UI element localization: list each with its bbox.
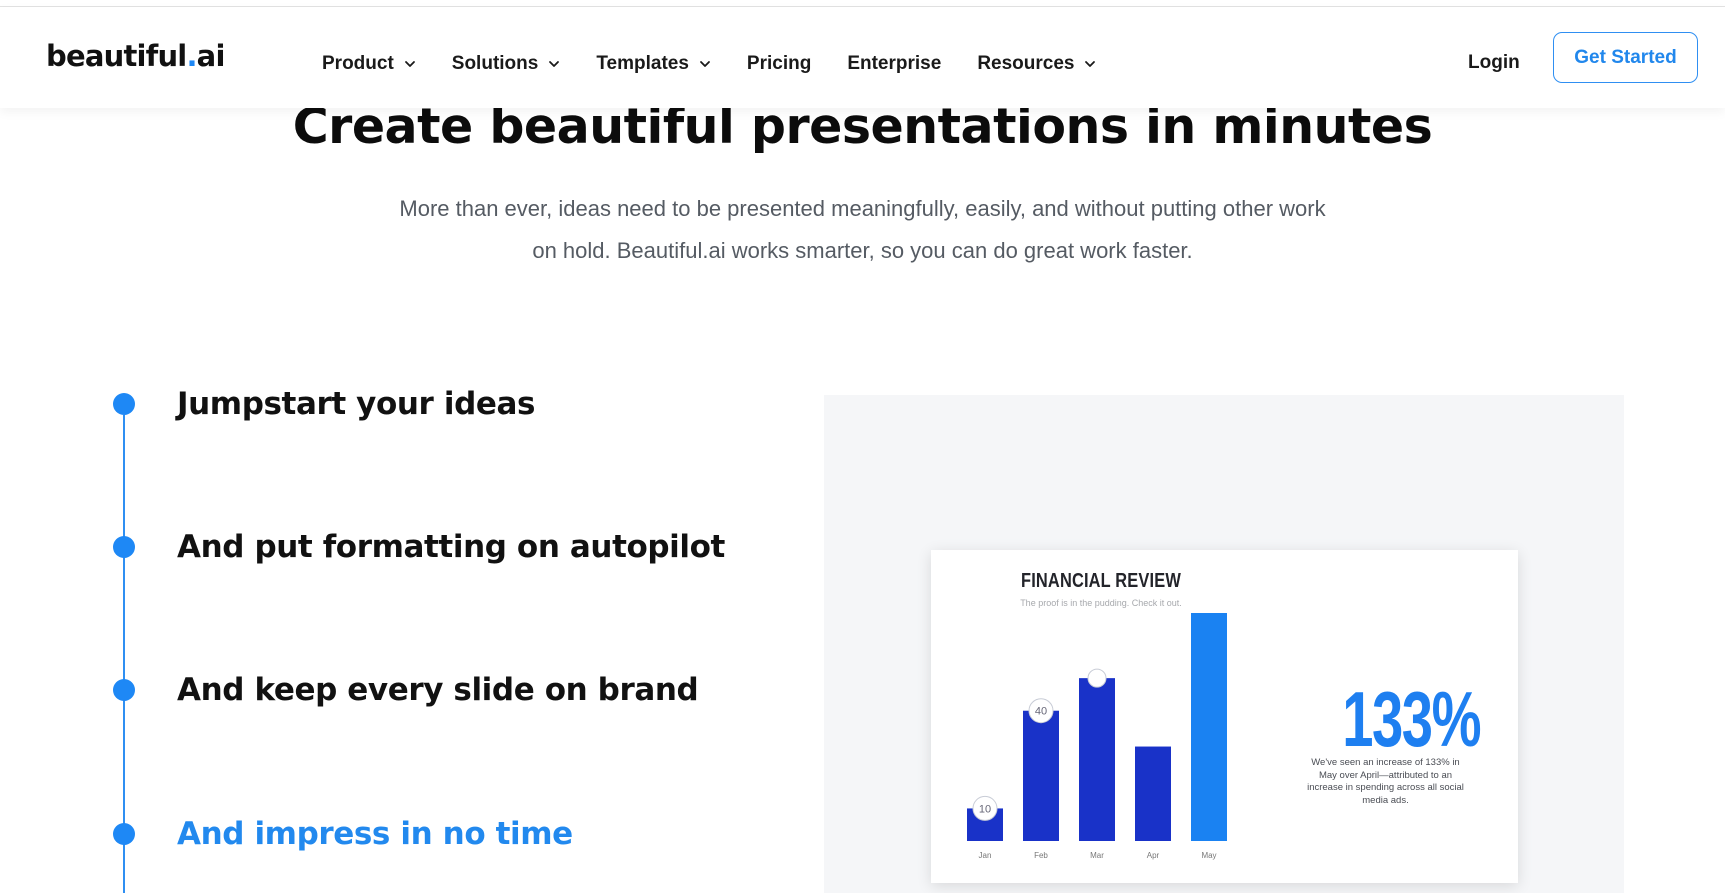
timeline-dot	[113, 536, 135, 558]
main-nav: Product Solutions Templates Pricing Enterpri…	[322, 44, 1132, 84]
slide-preview: FINANCIAL REVIEW The proof is in the pud…	[931, 550, 1518, 883]
tick-label: Apr	[1147, 851, 1160, 860]
stat-description: We've seen an increase of 133% in May ov…	[1307, 757, 1464, 806]
logo[interactable]: beautiful. ai	[46, 39, 225, 73]
timeline-dot	[113, 823, 135, 845]
nav-item-pricing[interactable]: Pricing	[747, 53, 811, 75]
chevron-down-icon	[549, 61, 560, 67]
timeline-item[interactable]: And keep every slide on brand	[113, 672, 699, 708]
timeline-label: And put formatting on autopilot	[177, 529, 725, 565]
nav-item-label: Product	[322, 53, 394, 74]
nav-item-resources[interactable]: Resources	[977, 53, 1096, 75]
nav-item-solutions[interactable]: Solutions	[452, 53, 561, 75]
nav-item-label: Templates	[596, 53, 689, 74]
nav-item-label: Pricing	[746, 53, 812, 74]
bar-may	[1191, 613, 1227, 841]
tick-label: Mar	[1090, 851, 1104, 860]
site-header: beautiful. ai Product Solutions Templates Pr…	[0, 7, 1725, 108]
data-label-bubble	[1087, 668, 1107, 688]
stat-value: 133%	[1342, 675, 1481, 763]
get-started-button[interactable]: Get Started	[1553, 32, 1698, 83]
nav-item-product[interactable]: Product	[322, 53, 416, 75]
hero-subtitle: More than ever, ideas need to be present…	[355, 188, 1370, 272]
chevron-down-icon	[1085, 61, 1096, 67]
logo-text: beautiful	[46, 39, 187, 73]
nav-item-enterprise[interactable]: Enterprise	[847, 53, 941, 75]
tick-label: Jan	[979, 851, 992, 860]
timeline-item[interactable]: Jumpstart your ideas	[113, 386, 535, 422]
data-label: 10	[979, 803, 991, 815]
hero-subtitle-line-1: More than ever, ideas need to be present…	[399, 196, 1326, 221]
data-label: 40	[1035, 706, 1047, 718]
logo-suffix: ai	[196, 39, 226, 73]
login-link[interactable]: Login	[1468, 52, 1520, 74]
timeline-line	[123, 415, 125, 893]
hero-subtitle-line-2: on hold. Beautiful.ai works smarter, so …	[532, 238, 1193, 263]
tick-label: Feb	[1034, 851, 1048, 860]
timeline-dot	[113, 679, 135, 701]
timeline-label: And keep every slide on brand	[177, 672, 699, 708]
bar-mar	[1079, 678, 1115, 841]
tick-label: May	[1201, 851, 1216, 860]
nav-item-label: Solutions	[451, 53, 539, 74]
nav-item-label: Enterprise	[847, 53, 942, 74]
logo-dot: .	[186, 39, 197, 73]
nav-item-label: Resources	[977, 53, 1075, 74]
timeline-item[interactable]: And impress in no time	[113, 816, 573, 852]
chevron-down-icon	[700, 61, 710, 67]
nav-item-templates[interactable]: Templates	[596, 53, 711, 75]
bar-feb	[1023, 710, 1059, 841]
timeline-label: And impress in no time	[177, 816, 573, 852]
timeline-item[interactable]: And put formatting on autopilot	[113, 529, 725, 565]
timeline-label: Jumpstart your ideas	[177, 386, 536, 422]
chevron-down-icon	[404, 61, 415, 67]
timeline-dot	[113, 393, 135, 415]
bar-apr	[1135, 746, 1171, 841]
